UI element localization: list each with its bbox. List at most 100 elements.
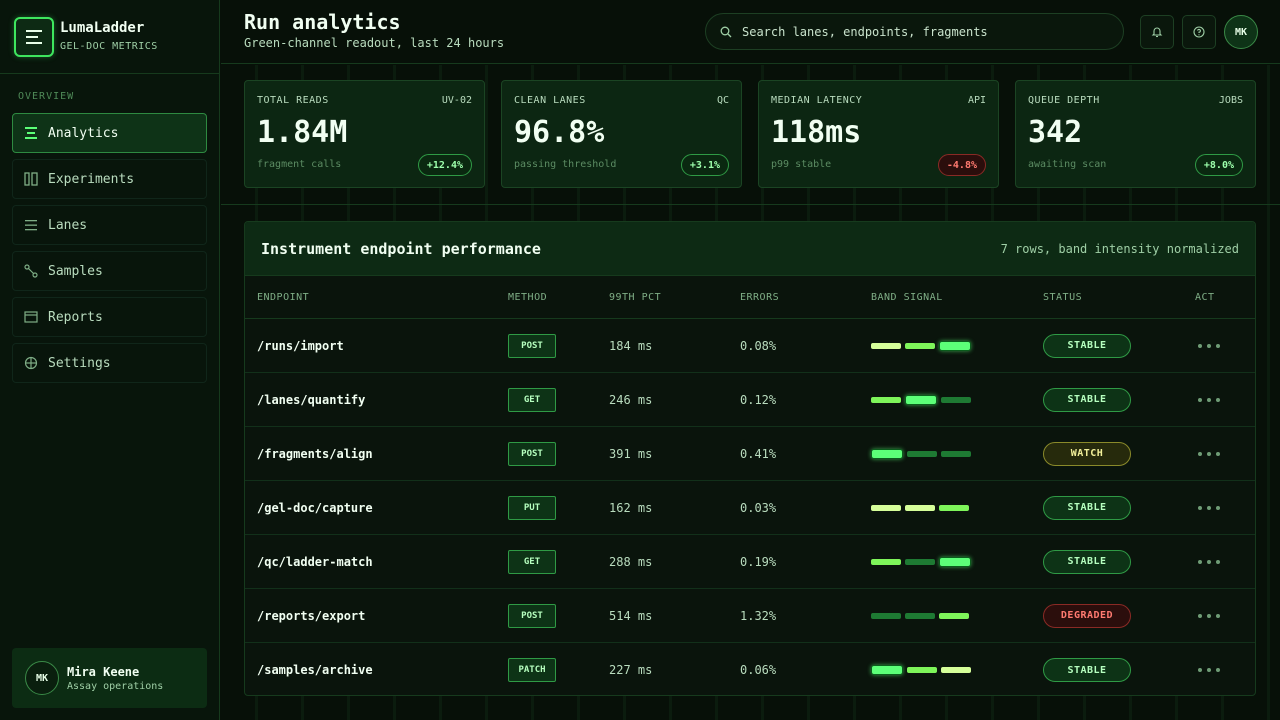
stat-card-clean-lanes: CLEAN LANES QC 96.8% passing threshold +…	[501, 80, 742, 188]
columns-icon	[24, 172, 38, 186]
stat-label: MEDIAN LATENCY	[771, 95, 863, 106]
more-actions-icon[interactable]	[1195, 397, 1255, 402]
column-header[interactable]: STATUS	[1043, 292, 1195, 303]
band-signal	[871, 556, 1043, 567]
endpoint-path[interactable]: /qc/ladder-match	[257, 555, 373, 569]
column-header[interactable]: 99TH PCT	[609, 292, 740, 303]
band-signal-segment	[941, 450, 971, 457]
error-rate: 0.08%	[740, 338, 777, 353]
endpoint-path[interactable]: /samples/archive	[257, 663, 373, 677]
column-header[interactable]: ERRORS	[740, 292, 871, 303]
sidebar-item-samples[interactable]: Samples	[12, 251, 207, 291]
status-badge: STABLE	[1043, 495, 1131, 520]
table-row[interactable]: /qc/ladder-match GET 288 ms 0.19% STABLE	[245, 535, 1255, 589]
stat-label: QUEUE DEPTH	[1028, 95, 1100, 106]
sidebar-item-reports[interactable]: Reports	[12, 297, 207, 337]
band-signal-segment	[871, 558, 901, 565]
band-signal-segment	[871, 504, 901, 511]
nav-section-label: OVERVIEW	[18, 91, 75, 102]
stat-delta-badge: +3.1%	[680, 154, 729, 176]
endpoint-path[interactable]: /gel-doc/capture	[257, 501, 373, 515]
bell-icon	[1151, 27, 1163, 38]
band-signal-segment	[907, 450, 937, 457]
stat-card-total-reads: TOTAL READS UV-02 1.84M fragment calls +…	[244, 80, 485, 188]
sidebar-item-analytics[interactable]: Analytics	[12, 113, 207, 153]
status-badge: STABLE	[1043, 658, 1131, 682]
method-badge: PUT	[508, 495, 556, 520]
sidebar-item-experiments[interactable]: Experiments	[12, 159, 207, 199]
menu-icon[interactable]	[14, 16, 54, 57]
more-actions-icon[interactable]	[1195, 559, 1255, 564]
stat-card-median-latency: MEDIAN LATENCY API 118ms p99 stable -4.8…	[758, 80, 999, 188]
method-badge: POST	[508, 333, 556, 358]
stat-tag: JOBS	[1218, 95, 1243, 106]
stat-note: passing threshold	[514, 159, 617, 170]
panel-meta: 7 rows, band intensity normalized	[1000, 241, 1239, 256]
endpoint-path[interactable]: /fragments/align	[257, 447, 373, 461]
sidebar-item-label: Samples	[48, 263, 103, 279]
p99-latency: 288 ms	[609, 554, 653, 569]
status-badge: STABLE	[1043, 333, 1131, 358]
list-icon	[24, 218, 38, 232]
sidebar-item-label: Settings	[48, 355, 111, 371]
brand: LumaLadder GEL-DOC METRICS	[0, 0, 219, 74]
section-divider	[221, 204, 1280, 205]
stat-label: CLEAN LANES	[514, 95, 586, 106]
window-icon	[24, 310, 38, 324]
search-input[interactable]: Search lanes, endpoints, fragments	[705, 13, 1124, 50]
stat-value: 96.8%	[514, 115, 605, 150]
band-signal-segment	[905, 612, 935, 619]
method-badge: PATCH	[508, 658, 556, 682]
help-icon	[1193, 26, 1205, 38]
sidebar-item-label: Analytics	[48, 125, 119, 141]
band-signal-segment	[941, 667, 971, 673]
band-signal-segment	[871, 448, 903, 459]
profile-avatar[interactable]: MK	[1224, 15, 1258, 49]
table-row[interactable]: /gel-doc/capture PUT 162 ms 0.03% STABLE	[245, 481, 1255, 535]
brand-subtitle: GEL-DOC METRICS	[60, 41, 158, 52]
more-actions-icon[interactable]	[1195, 451, 1255, 456]
stat-delta-badge: +12.4%	[417, 154, 472, 176]
more-actions-icon[interactable]	[1195, 613, 1255, 618]
table-row[interactable]: /lanes/quantify GET 246 ms 0.12% STABLE	[245, 373, 1255, 427]
table-row[interactable]: /fragments/align POST 391 ms 0.41% WATCH	[245, 427, 1255, 481]
stat-delta-badge: -4.8%	[937, 154, 986, 176]
help-button[interactable]	[1182, 15, 1216, 49]
band-signal	[871, 448, 1043, 459]
band-signal-segment	[939, 556, 971, 567]
more-actions-icon[interactable]	[1195, 505, 1255, 510]
table-row[interactable]: /runs/import POST 184 ms 0.08% STABLE	[245, 319, 1255, 373]
user-name: Mira Keene	[67, 664, 140, 679]
endpoint-path[interactable]: /lanes/quantify	[257, 393, 365, 407]
stat-value: 118ms	[771, 115, 862, 150]
stat-label: TOTAL READS	[257, 95, 329, 106]
band-signal-segment	[871, 665, 903, 675]
endpoint-table-panel: Instrument endpoint performance 7 rows, …	[244, 221, 1256, 696]
column-header[interactable]: BAND SIGNAL	[871, 292, 1043, 303]
status-badge: WATCH	[1043, 441, 1131, 466]
table-row[interactable]: /reports/export POST 514 ms 1.32% DEGRADED	[245, 589, 1255, 643]
band-signal-segment	[905, 558, 935, 565]
search-icon	[720, 26, 732, 37]
endpoint-path[interactable]: /runs/import	[257, 339, 344, 353]
error-rate: 1.32%	[740, 608, 777, 623]
p99-latency: 162 ms	[609, 500, 653, 515]
endpoint-path[interactable]: /reports/export	[257, 609, 365, 623]
panel-header: Instrument endpoint performance 7 rows, …	[245, 222, 1255, 276]
more-actions-icon[interactable]	[1195, 668, 1255, 672]
nodes-icon	[24, 264, 38, 278]
sidebar-item-settings[interactable]: Settings	[12, 343, 207, 383]
sidebar-item-lanes[interactable]: Lanes	[12, 205, 207, 245]
notifications-button[interactable]	[1140, 15, 1174, 49]
user-card[interactable]: MK Mira Keene Assay operations	[12, 648, 207, 708]
table-row[interactable]: /samples/archive PATCH 227 ms 0.06% STABLE	[245, 643, 1255, 695]
user-role: Assay operations	[67, 680, 164, 692]
more-actions-icon[interactable]	[1195, 343, 1255, 348]
column-header[interactable]: ENDPOINT	[245, 292, 508, 303]
band-signal-segment	[907, 667, 937, 673]
table-body: /runs/import POST 184 ms 0.08% STABLE/lanes/…	[245, 319, 1255, 695]
stat-note: p99 stable	[771, 159, 832, 170]
top-bar: Run analytics Green-channel readout, las…	[221, 0, 1280, 64]
error-rate: 0.41%	[740, 446, 777, 461]
column-header[interactable]: METHOD	[508, 292, 609, 303]
